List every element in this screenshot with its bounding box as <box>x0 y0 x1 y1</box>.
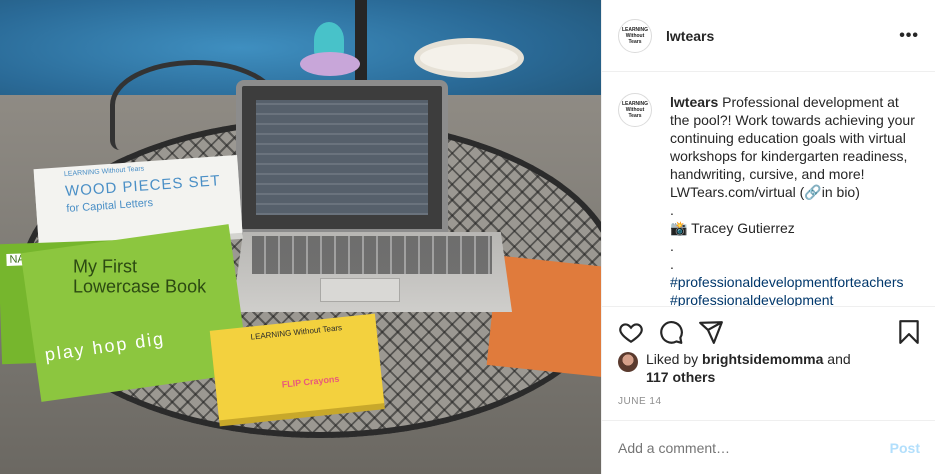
caption-text: lwtears Professional development at the … <box>670 93 920 306</box>
laptop-keyboard <box>252 236 492 274</box>
flip-crayons-box: LEARNING Without Tears FLIP Crayons <box>209 313 385 421</box>
avatar[interactable]: LEARNING Without Tears <box>618 18 652 53</box>
more-horizontal-icon[interactable]: ••• <box>899 27 919 45</box>
caption-avatar-line2: Without Tears <box>625 107 645 119</box>
caption-username[interactable]: lwtears <box>670 94 718 110</box>
hashtag-link[interactable]: #professionaldevelopmentforteachers <box>670 273 920 291</box>
action-bar <box>602 306 935 356</box>
comment-bar: Post <box>602 420 935 474</box>
comment-icon[interactable] <box>658 319 684 345</box>
avatar-logo-line2: Without Tears <box>625 32 645 45</box>
header-username[interactable]: lwtears <box>666 28 714 44</box>
likes-row: Liked by brightsidemomma and 117 others <box>618 350 851 386</box>
caption-line: . <box>670 202 674 218</box>
post-comment-button[interactable]: Post <box>890 440 920 456</box>
post-date[interactable]: JUNE 14 <box>618 396 662 407</box>
post-photo[interactable]: LEARNING Without Tears WOOD PIECES SET f… <box>0 0 601 474</box>
post-side-panel: LEARNING Without Tears lwtears ••• LEARN… <box>601 0 935 474</box>
wood-box-subtitle: for Capital Letters <box>65 196 154 216</box>
caption-avatar[interactable]: LEARNING Without Tears <box>618 93 652 127</box>
green-book-title: My First Lowercase Book <box>73 256 207 297</box>
purple-floaty <box>300 52 360 76</box>
likes-others-link[interactable]: 117 others <box>646 369 715 385</box>
crayon-box-brand: LEARNING Without Tears <box>250 323 343 342</box>
caption-area: LEARNING Without Tears lwtears Professio… <box>602 73 935 306</box>
post-header: LEARNING Without Tears lwtears ••• <box>602 0 935 72</box>
laptop-trackpad <box>320 278 400 302</box>
green-book-words: play hop dig <box>43 328 167 365</box>
wood-box-brand: LEARNING Without Tears <box>63 165 145 179</box>
heart-icon[interactable] <box>618 319 644 345</box>
comment-input[interactable] <box>618 439 868 456</box>
share-icon[interactable] <box>698 319 724 345</box>
likes-suffix: and <box>827 351 851 367</box>
caption-line: . <box>670 256 674 272</box>
crayon-box-label: FLIP Crayons <box>281 373 340 390</box>
liker-avatar[interactable] <box>618 352 638 372</box>
bookmark-icon[interactable] <box>896 319 922 345</box>
liker-username[interactable]: brightsidemomma <box>702 351 823 367</box>
unicorn-floaty <box>414 38 524 78</box>
hashtag-link[interactable]: #professionaldevelopment <box>670 291 920 306</box>
likes-text: Liked by brightsidemomma and 117 others <box>646 350 851 386</box>
laptop-screen <box>236 80 448 235</box>
likes-prefix: Liked by <box>646 351 699 367</box>
caption-photo-credit: 📸 Tracey Gutierrez <box>670 220 795 236</box>
caption-line: . <box>670 238 674 254</box>
